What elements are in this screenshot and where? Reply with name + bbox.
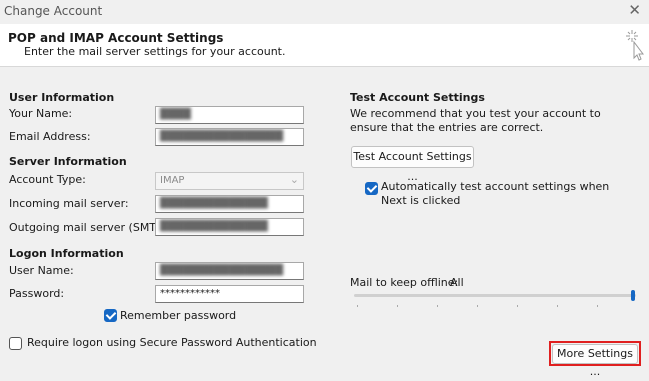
slider-tick [477,305,478,307]
header-title: POP and IMAP Account Settings [8,31,224,45]
slider-tick [557,305,558,307]
slider-tick [357,305,358,307]
cursor-sparkle-icon [626,30,644,61]
test-settings-description: We recommend that you test your account … [350,107,601,134]
auto-test-checkbox[interactable] [365,182,378,195]
email-address-input[interactable]: ████████████████ [155,128,304,146]
password-input[interactable]: ************ [155,285,304,303]
offline-slider-thumb[interactable] [631,290,635,301]
more-settings-highlight [549,341,641,366]
account-type-select: IMAP ⌄ [155,172,304,190]
remember-password-checkbox[interactable] [104,309,117,322]
incoming-server-input[interactable]: ██████████████ [155,195,304,213]
email-address-label: Email Address: [9,130,91,143]
header-subtitle: Enter the mail server settings for your … [24,45,286,58]
slider-tick [517,305,518,307]
user-name-label: User Name: [9,264,74,277]
your-name-input[interactable]: ████ [155,106,304,124]
window-title: Change Account [4,4,103,18]
incoming-server-label: Incoming mail server: [9,197,129,210]
test-account-settings-button[interactable]: Test Account Settings ... [351,146,474,183]
logon-info-heading: Logon Information [9,247,124,260]
slider-tick [437,305,438,307]
your-name-label: Your Name: [9,107,73,120]
user-info-heading: User Information [9,91,115,104]
offline-value: All [450,276,464,289]
account-type-label: Account Type: [9,173,86,186]
outgoing-server-input[interactable]: ██████████████ [155,218,304,236]
user-name-input[interactable]: ████████████████ [155,262,304,280]
dialog-header: POP and IMAP Account Settings Enter the … [0,24,649,67]
test-settings-heading: Test Account Settings [350,91,485,104]
account-type-value: IMAP [160,175,185,186]
spa-label: Require logon using Secure Password Auth… [27,336,317,349]
slider-tick [597,305,598,307]
server-info-heading: Server Information [9,155,127,168]
auto-test-label: Automatically test account settings when… [381,180,610,207]
chevron-down-icon: ⌄ [289,173,299,186]
offline-label: Mail to keep offline: [350,276,459,289]
slider-tick [397,305,398,307]
password-label: Password: [9,287,65,300]
title-bar: Change Account ✕ [0,0,649,24]
outgoing-server-label: Outgoing mail server (SMTP): [9,221,171,234]
spa-checkbox[interactable] [9,337,22,350]
offline-slider-track[interactable] [354,294,636,297]
close-icon[interactable]: ✕ [628,3,641,18]
remember-password-label: Remember password [120,309,237,322]
